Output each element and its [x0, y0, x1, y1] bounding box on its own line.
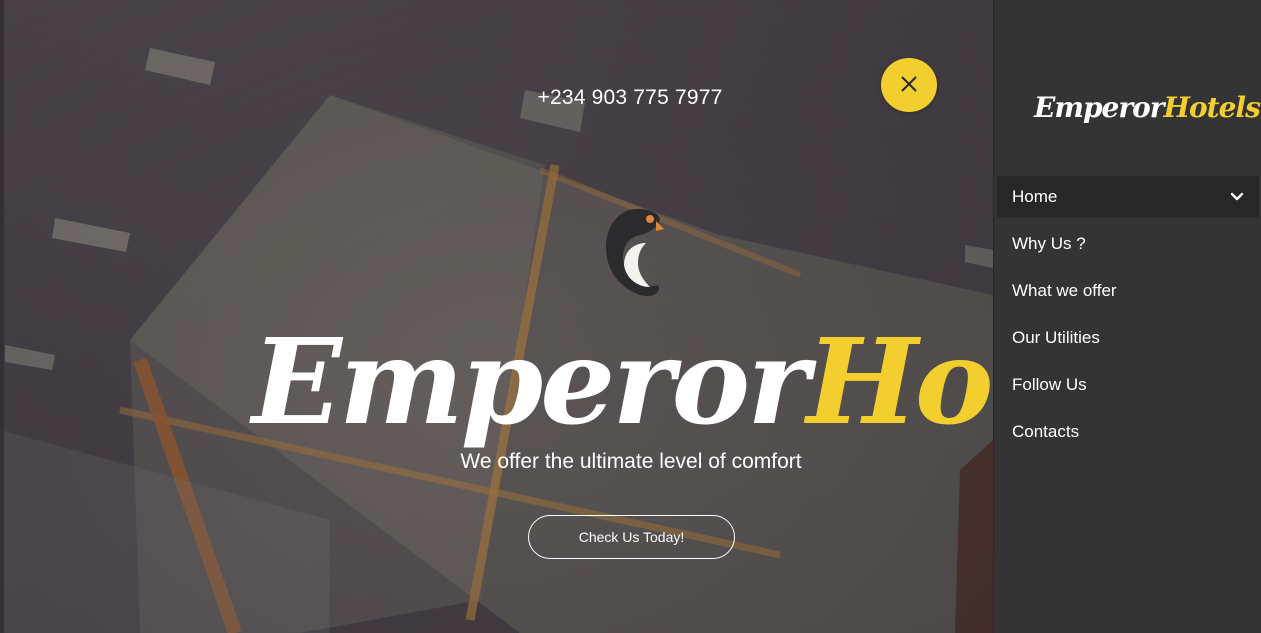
phone-number[interactable]: +234 903 775 7977 — [480, 86, 780, 110]
sidebar-item-label: Home — [1012, 186, 1058, 206]
logo-word-hotels: Hotels — [806, 312, 993, 451]
sidebar-item-label: Our Utilities — [1012, 327, 1100, 347]
sidebar-logo[interactable]: EmperorHotels — [1034, 86, 1261, 130]
chevron-down-icon[interactable] — [1230, 192, 1244, 202]
sidebar-menu: Home Why Us ? What we offer Our Utilitie… — [997, 176, 1259, 458]
sidebar-item-home[interactable]: Home — [997, 176, 1259, 217]
penguin-logo-icon — [606, 209, 664, 297]
logo-word-emperor: Emperor — [252, 312, 809, 451]
sidebar-item-label: Contacts — [1012, 421, 1080, 441]
sidebar-item-contacts[interactable]: Contacts — [997, 411, 1259, 452]
sidebar-item-label: What we offer — [1012, 280, 1117, 300]
hero-section: +234 903 775 7977 EmperorHotels We offer… — [0, 0, 993, 633]
sidebar-item-label: Follow Us — [1012, 374, 1087, 394]
sidebar-logo-word-emperor: Emperor — [1034, 91, 1165, 124]
sidebar-item-follow-us[interactable]: Follow Us — [997, 364, 1259, 405]
close-icon — [900, 75, 918, 96]
sidebar-item-label: Why Us ? — [1012, 233, 1086, 253]
sidebar-item-why-us[interactable]: Why Us ? — [997, 223, 1259, 264]
check-us-today-button[interactable]: Check Us Today! — [528, 515, 735, 559]
hero-tagline: We offer the ultimate level of comfort — [460, 450, 802, 473]
sidebar-item-what-we-offer[interactable]: What we offer — [997, 270, 1259, 311]
sidebar-logo-word-hotels: Hotels — [1163, 91, 1261, 124]
side-menu-panel: EmperorHotels Home Why Us ? What we offe… — [993, 0, 1261, 633]
close-menu-button[interactable] — [881, 58, 937, 112]
hero-logo: EmperorHotels — [252, 312, 993, 452]
sidebar-item-our-utilities[interactable]: Our Utilities — [997, 317, 1259, 358]
